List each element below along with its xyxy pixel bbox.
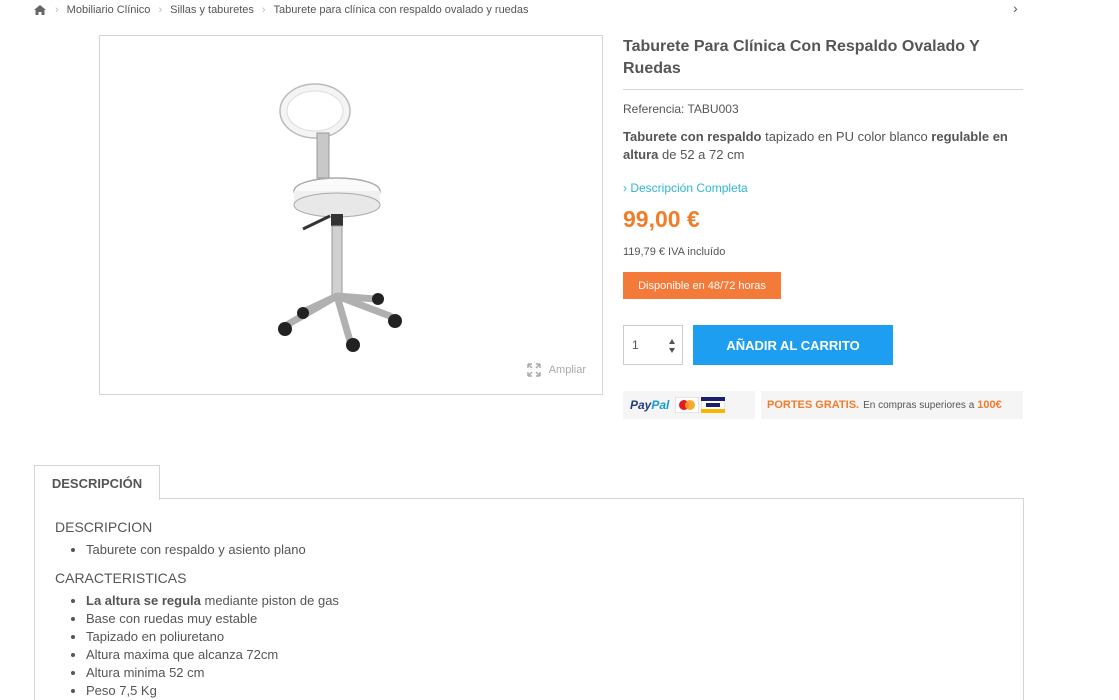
short-desc-text-1: tapizado en PU color blanco — [761, 129, 932, 144]
breadcrumb-item-sillas[interactable]: Sillas y taburetes — [170, 4, 254, 16]
short-description: Taburete con respaldo tapizado en PU col… — [623, 128, 1023, 164]
breadcrumb: › Mobiliario Clínico › Sillas y taburete… — [33, 0, 529, 20]
payment-methods: PayPal — [623, 391, 755, 419]
breadcrumb-current: Taburete para clínica con respaldo ovala… — [273, 4, 529, 16]
paypal-logo: PayPal — [630, 398, 670, 412]
section-title-descripcion: DESCRIPCION — [55, 519, 153, 535]
product-price: 99,00 € — [623, 206, 700, 232]
list-item: La altura se regula mediante piston de g… — [86, 592, 1003, 610]
enlarge-link[interactable]: Ampliar — [526, 363, 586, 377]
visa-icon — [701, 397, 726, 413]
availability-badge: Disponible en 48/72 horas — [623, 272, 781, 299]
quantity-value: 1 — [632, 338, 639, 352]
next-product-chevron-icon[interactable]: › — [1013, 0, 1018, 16]
free-shipping-label: PORTES GRATIS. — [767, 399, 860, 411]
list-item: Altura maxima que alcanza 72cm — [86, 646, 1003, 664]
product-title: Taburete Para Clínica Con Respaldo Ovala… — [623, 38, 980, 77]
add-to-cart-button[interactable]: AÑADIR AL CARRITO — [693, 325, 893, 365]
features-list: La altura se regula mediante piston de g… — [55, 592, 1003, 700]
list-item: Peso 7,5 Kg — [86, 682, 1003, 700]
description-list: Taburete con respaldo y asiento plano — [55, 541, 1003, 559]
home-icon[interactable] — [33, 3, 47, 17]
stepper-arrows-icon[interactable] — [668, 338, 676, 354]
breadcrumb-item-mobiliario[interactable]: Mobiliario Clínico — [67, 4, 151, 16]
description-panel: DESCRIPCION Taburete con respaldo y asie… — [34, 498, 1024, 700]
full-description-link[interactable]: › Descripción Completa — [623, 181, 748, 195]
breadcrumb-separator: › — [55, 4, 59, 16]
enlarge-label: Ampliar — [548, 364, 586, 376]
free-shipping-text: En compras superiores a — [863, 399, 975, 411]
expand-icon — [526, 363, 541, 377]
mastercard-icon — [675, 397, 700, 413]
title-divider — [623, 89, 1023, 90]
list-item: Taburete con respaldo y asiento plano — [86, 541, 1003, 559]
price-with-tax: 119,79 € IVA incluído — [623, 246, 726, 258]
list-item: Tapizado en poliuretano — [86, 628, 1003, 646]
section-title-caracteristicas: CARACTERISTICAS — [55, 570, 187, 586]
breadcrumb-separator: › — [261, 4, 266, 16]
product-image — [278, 83, 402, 352]
list-item: Altura minima 52 cm — [86, 664, 1003, 682]
product-image-frame[interactable]: Ampliar — [99, 35, 603, 395]
product-reference: Referencia: TABU003 — [623, 102, 739, 116]
quantity-stepper[interactable]: 1 — [623, 325, 683, 365]
free-shipping-amount: 100€ — [977, 399, 1002, 411]
breadcrumb-separator: › — [158, 4, 163, 16]
full-description-link-label: Descripción Completa — [630, 181, 748, 195]
free-shipping-banner: PORTES GRATIS. En compras superiores a 1… — [761, 391, 1023, 419]
list-item: Base con ruedas muy estable — [86, 610, 1003, 628]
short-desc-bold-1: Taburete con respaldo — [623, 129, 762, 144]
tab-description[interactable]: DESCRIPCIÓN — [34, 465, 160, 500]
short-desc-text-2: de 52 a 72 cm — [658, 147, 745, 162]
